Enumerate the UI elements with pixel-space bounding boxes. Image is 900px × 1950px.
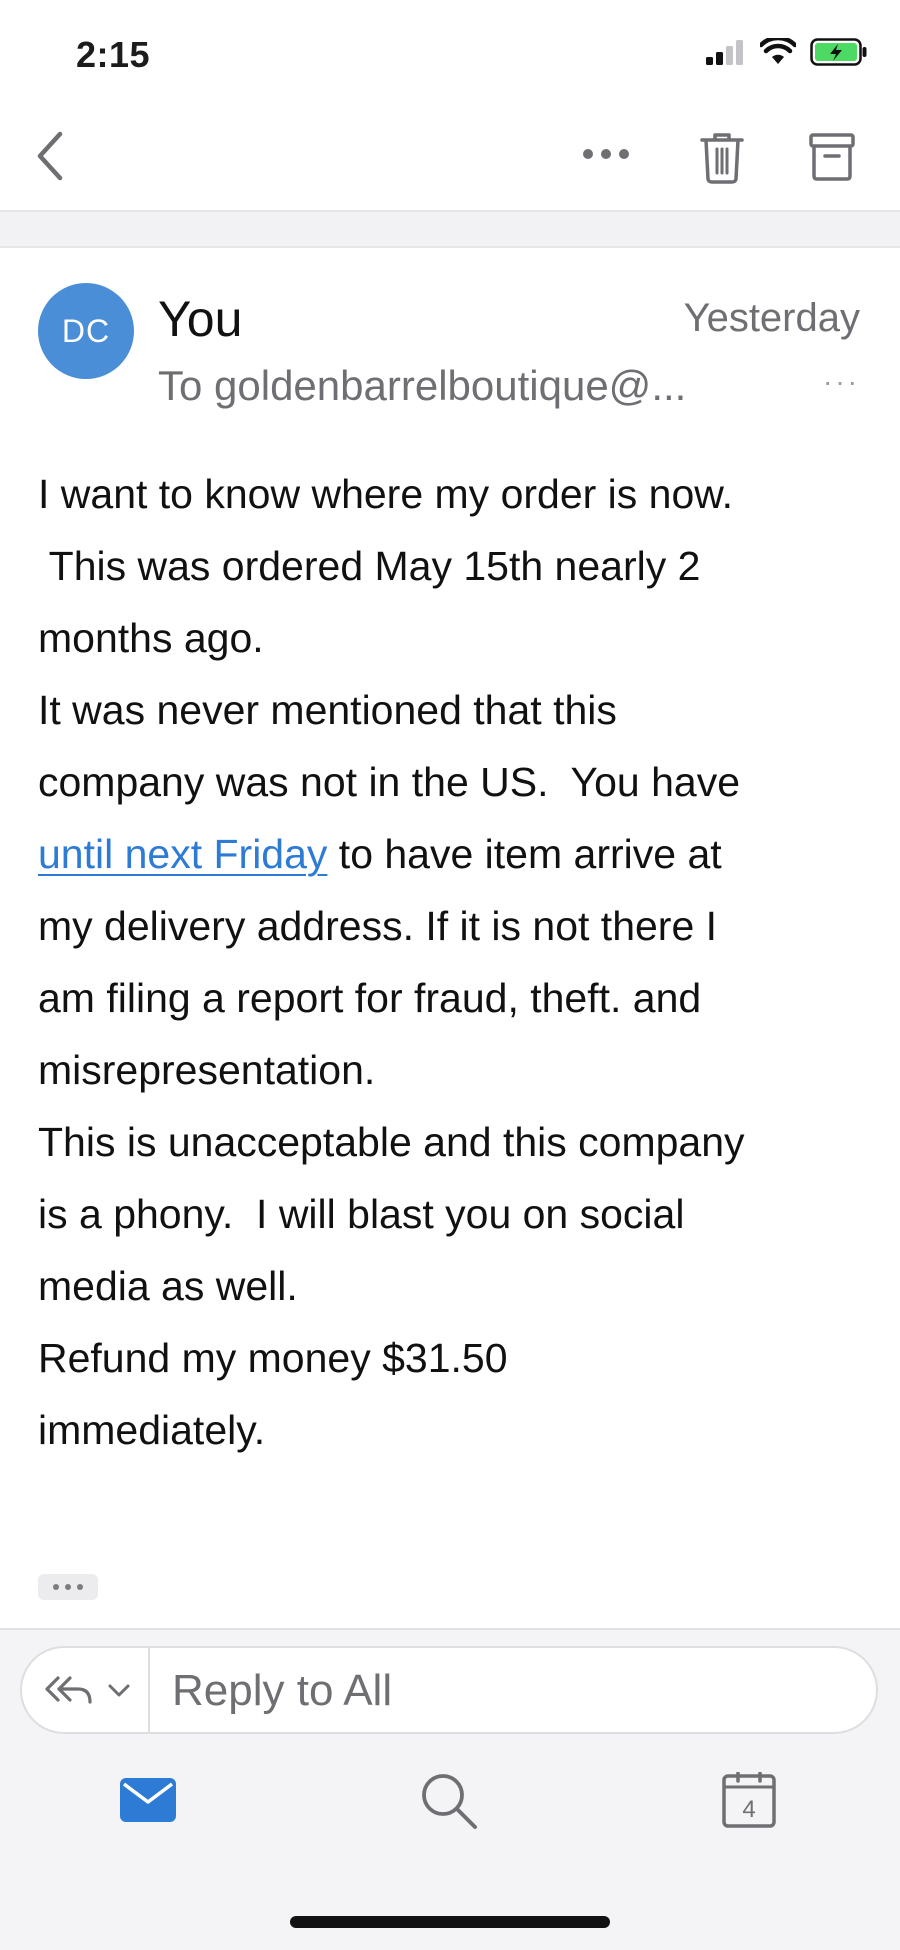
message-date: Yesterday	[683, 296, 860, 340]
chevron-down-icon	[108, 1684, 130, 1697]
home-indicator[interactable]	[290, 1916, 610, 1928]
reply-input[interactable]: Reply to All	[172, 1666, 392, 1716]
back-button[interactable]	[30, 128, 80, 188]
battery-charging-icon	[810, 38, 867, 66]
body-line: misrepresentation.	[38, 1047, 376, 1093]
show-quoted-text-button[interactable]	[38, 1574, 98, 1600]
back-chevron-icon	[37, 131, 63, 181]
tab-calendar[interactable]: 4	[722, 1771, 776, 1833]
message-body: I want to know where my order is now. Th…	[38, 458, 868, 1466]
body-line: my delivery address. If it is not there …	[38, 903, 718, 949]
body-line: immediately.	[38, 1407, 266, 1453]
wifi-icon	[760, 38, 796, 64]
body-line: months ago.	[38, 615, 264, 661]
body-line: company was not in the US. You have	[38, 759, 741, 805]
search-icon	[422, 1774, 477, 1829]
bottom-area: Reply to All 4	[0, 1628, 900, 1950]
sender-avatar: DC	[38, 283, 134, 379]
body-line: It was never mentioned that this	[38, 687, 617, 733]
reply-all-icon	[45, 1676, 92, 1704]
thread-separator	[0, 212, 900, 248]
more-horizontal-icon	[583, 149, 629, 159]
message-header-more[interactable]: ···	[823, 366, 860, 398]
archive-button[interactable]	[808, 132, 856, 187]
mail-icon	[120, 1778, 176, 1822]
tab-mail[interactable]	[120, 1778, 176, 1827]
reply-options-button[interactable]	[22, 1648, 150, 1732]
body-line: This is unacceptable and this company	[38, 1119, 745, 1165]
body-line: media as well.	[38, 1263, 298, 1309]
date-link[interactable]: until next Friday	[38, 831, 327, 877]
body-line: I want to know where my order is now.	[38, 471, 734, 517]
body-line: until next Friday to have item arrive at	[38, 818, 868, 890]
body-line: This was ordered May 15th nearly 2	[38, 543, 701, 589]
body-line-rest: to have item arrive at	[327, 831, 722, 877]
status-icons	[706, 38, 868, 66]
dot	[65, 1584, 71, 1590]
reply-bar[interactable]: Reply to All	[20, 1646, 878, 1734]
body-line: am filing a report for fraud, theft. and	[38, 975, 702, 1021]
sender-name: You	[158, 291, 243, 347]
archive-icon	[809, 133, 855, 181]
cellular-signal-icon	[706, 40, 743, 65]
calendar-day: 4	[742, 1796, 755, 1823]
status-bar: 2:15	[0, 0, 900, 100]
body-line: Refund my money $31.50	[38, 1335, 508, 1381]
delete-button[interactable]	[698, 130, 746, 189]
body-line: is a phony. I will blast you on social	[38, 1191, 685, 1237]
status-time: 2:15	[76, 34, 151, 75]
trash-icon	[700, 133, 744, 184]
tab-search[interactable]	[420, 1772, 478, 1835]
message-toolbar	[0, 100, 900, 212]
dot	[77, 1584, 83, 1590]
more-button[interactable]	[580, 144, 632, 169]
dot	[53, 1584, 59, 1590]
recipient-line[interactable]: To goldenbarrelboutique@...	[158, 362, 686, 410]
calendar-icon: 4	[722, 1771, 776, 1828]
